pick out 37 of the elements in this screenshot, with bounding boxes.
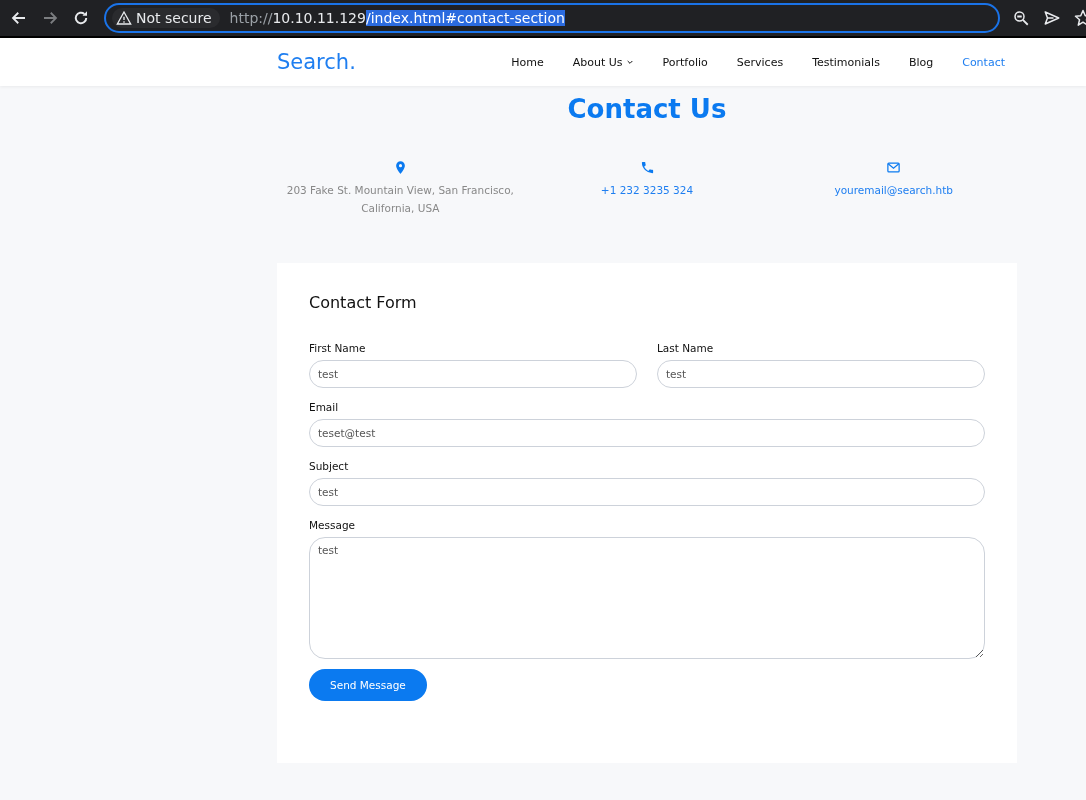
- envelope-icon: [886, 160, 902, 175]
- nav-link[interactable]: Testimonials: [812, 55, 880, 69]
- nav-link[interactable]: Services: [736, 55, 784, 69]
- warning-icon: [116, 10, 132, 26]
- url-scheme: http://: [229, 10, 273, 26]
- phone-link[interactable]: +1 232 3235 324: [531, 181, 763, 199]
- nav-link[interactable]: Contact: [962, 55, 1005, 69]
- site-logo[interactable]: Search.: [277, 50, 356, 74]
- field-label: Last Name: [657, 342, 715, 354]
- send-icon[interactable]: [1043, 9, 1061, 27]
- field-label: First Name: [309, 342, 367, 354]
- security-indicator[interactable]: Not secure: [112, 8, 220, 28]
- section-heading: Contact Us: [566, 94, 728, 124]
- message-field[interactable]: test: [309, 537, 985, 659]
- field-label: Email: [309, 401, 340, 413]
- nav-link[interactable]: Home: [511, 55, 544, 69]
- reload-icon[interactable]: [72, 9, 90, 27]
- input-field[interactable]: test: [309, 360, 637, 388]
- field-label: Message: [309, 519, 357, 531]
- form-title: Contact Form: [309, 293, 418, 312]
- send-message-button[interactable]: Send Message: [309, 669, 427, 701]
- url-host: 10.10.11.129: [272, 10, 366, 26]
- security-label: Not secure: [136, 10, 212, 26]
- nav-link[interactable]: Portfolio: [662, 55, 708, 69]
- input-field[interactable]: test: [657, 360, 985, 388]
- address-text: 203 Fake St. Mountain View, San Francisco, California, USA: [285, 183, 515, 216]
- back-arrow-icon[interactable]: [10, 9, 28, 27]
- nav-link[interactable]: Blog: [908, 55, 934, 69]
- field-label: Subject: [309, 460, 350, 472]
- input-field[interactable]: test: [309, 478, 985, 506]
- nav-link[interactable]: About Us: [572, 55, 634, 69]
- input-field[interactable]: teset@test: [309, 419, 985, 447]
- url-path: /index.html#contact-section: [365, 10, 565, 26]
- email-link[interactable]: youremail@search.htb: [777, 181, 1010, 199]
- zoom-out-icon[interactable]: [1012, 9, 1030, 27]
- address-bar[interactable]: Not secure http://10.10.11.129/index.html#contact-section: [104, 3, 1000, 33]
- phone-icon: [639, 160, 655, 175]
